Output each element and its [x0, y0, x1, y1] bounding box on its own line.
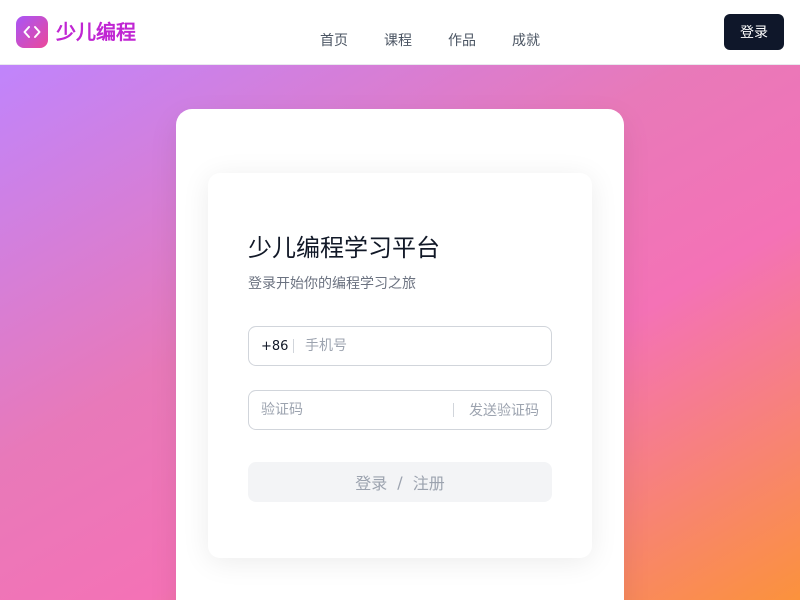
- login-subtitle: 登录开始你的编程学习之旅: [248, 276, 416, 292]
- phone-field[interactable]: +86: [248, 326, 552, 366]
- country-code-prefix: +86: [261, 339, 289, 354]
- nav-item-works[interactable]: 作品: [448, 31, 476, 51]
- login-label: 登录: [355, 474, 388, 493]
- phone-input[interactable]: [305, 335, 541, 357]
- send-code-button[interactable]: 发送验证码: [469, 401, 539, 421]
- code-field[interactable]: 发送验证码: [248, 390, 552, 430]
- nav-item-home[interactable]: 首页: [320, 31, 348, 51]
- nav-item-courses[interactable]: 课程: [384, 31, 412, 51]
- verification-code-input[interactable]: [261, 399, 451, 421]
- login-title: 少儿编程学习平台: [248, 234, 440, 262]
- register-label: 注册: [412, 474, 445, 493]
- prefix-divider: [293, 339, 294, 353]
- main-nav: 首页 课程 作品 成就: [0, 31, 800, 53]
- login-register-button[interactable]: 登录 / 注册: [248, 462, 552, 502]
- top-header: 少儿编程 首页 课程 作品 成就 登录: [0, 0, 800, 65]
- send-code-divider: [453, 403, 454, 417]
- submit-separator: /: [397, 472, 403, 492]
- header-login-button[interactable]: 登录: [724, 14, 784, 50]
- nav-item-achievements[interactable]: 成就: [512, 31, 540, 51]
